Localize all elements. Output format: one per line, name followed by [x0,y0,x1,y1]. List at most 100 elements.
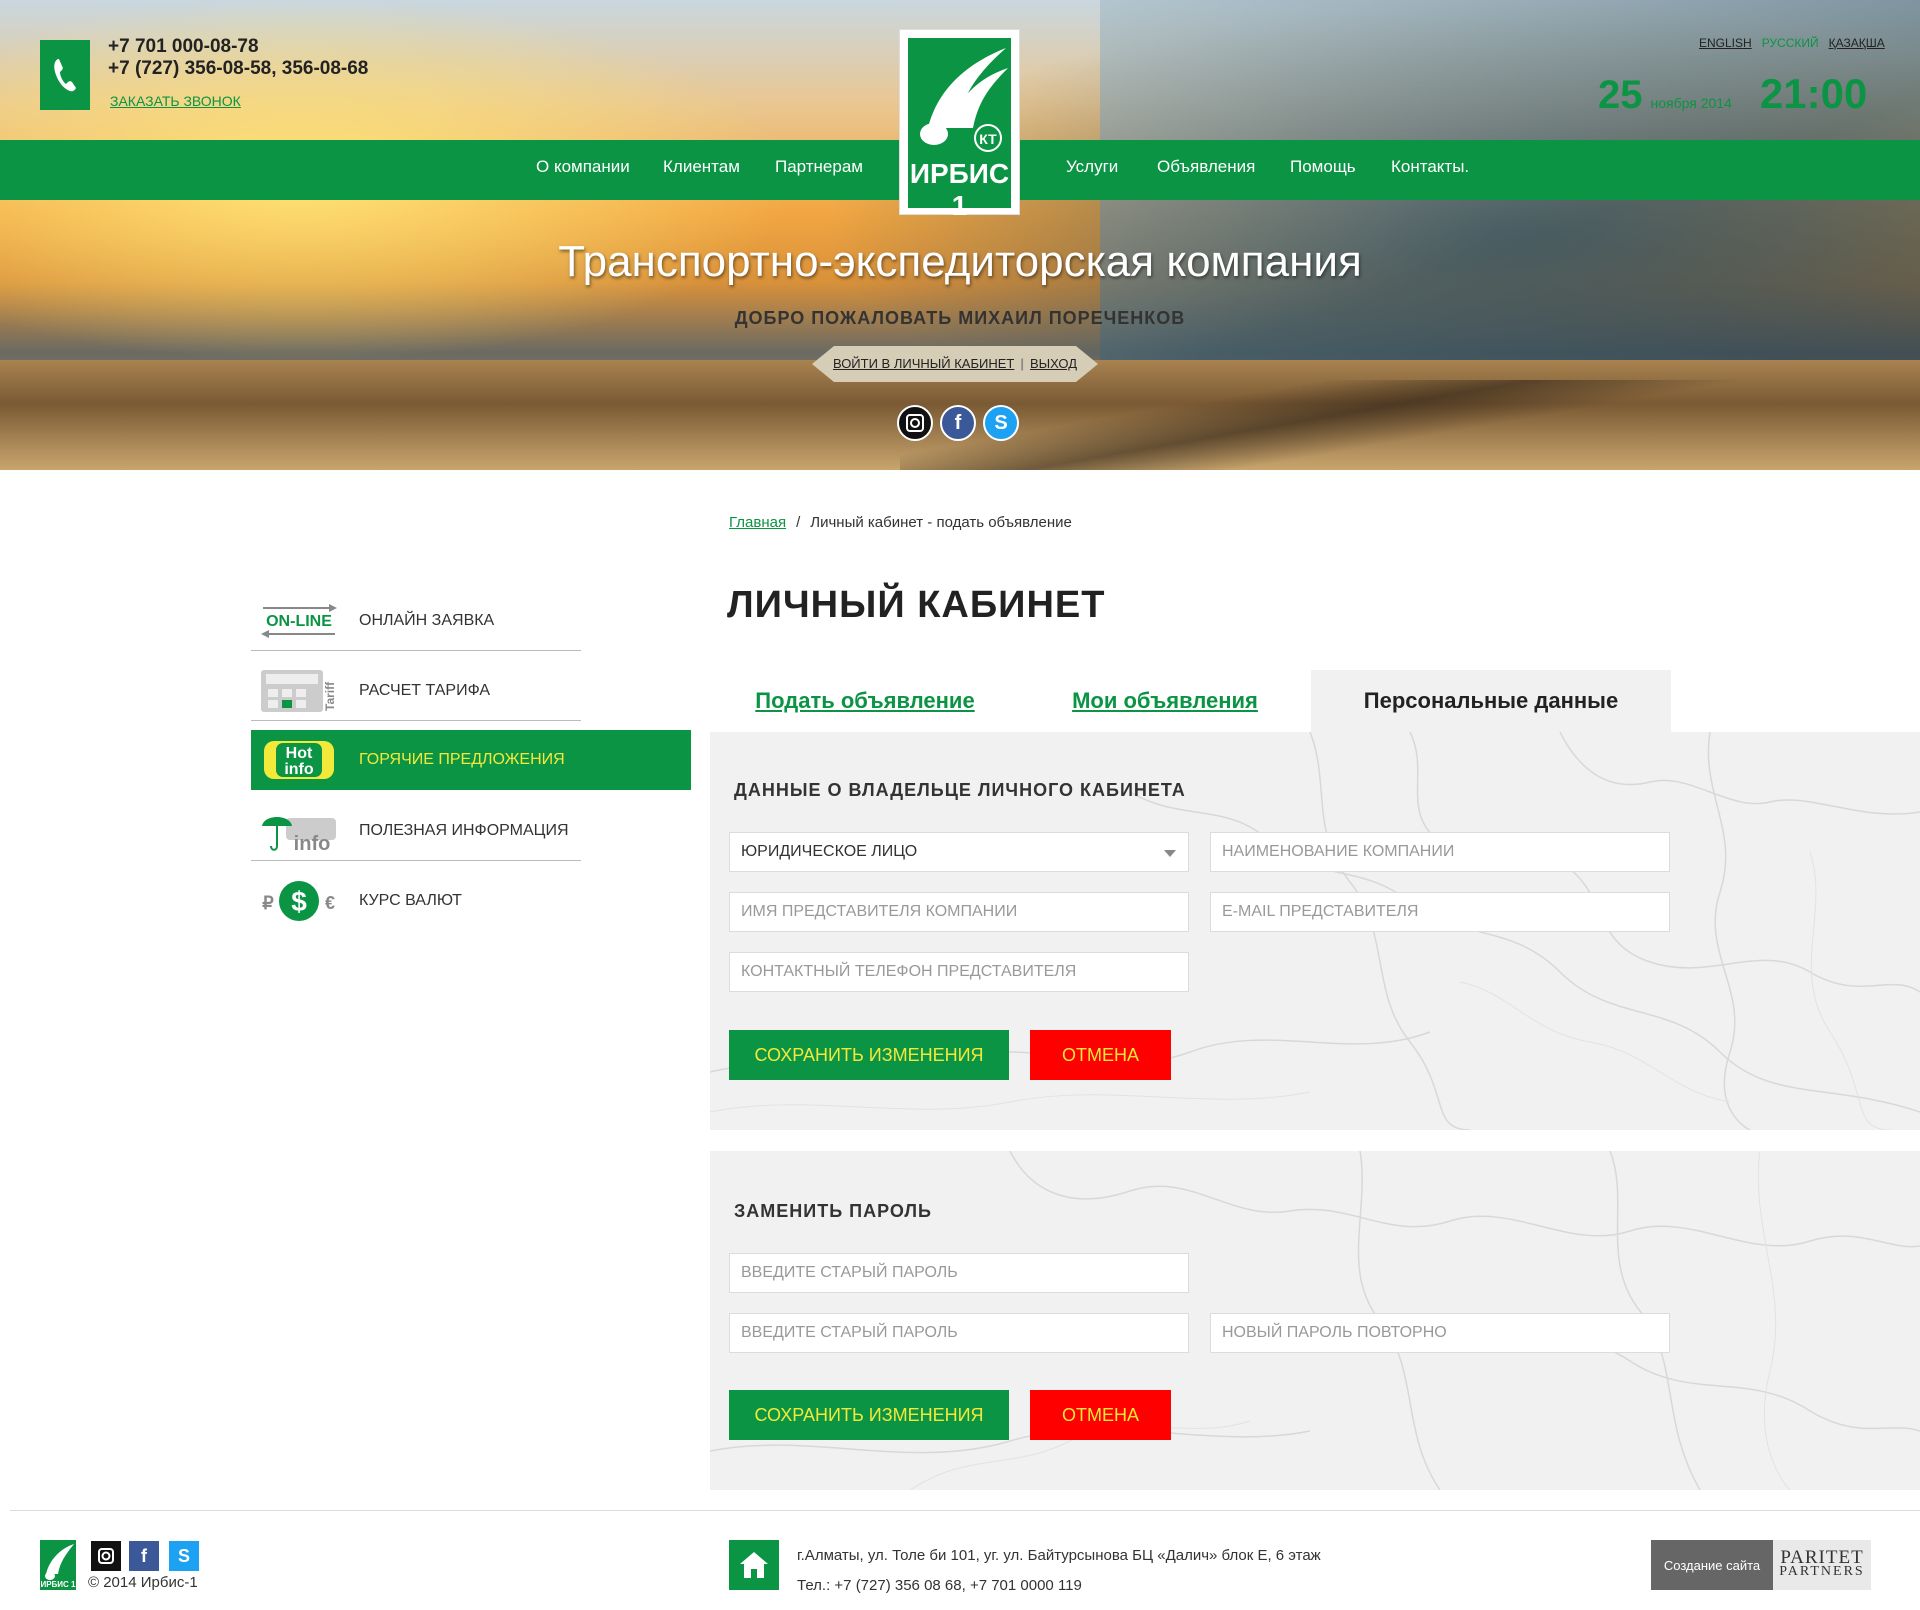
lang-russian[interactable]: РУССКИЙ [1762,36,1819,50]
new-password-repeat-input[interactable]: НОВЫЙ ПАРОЛЬ ПОВТОРНО [1210,1313,1670,1353]
language-switcher: ENGLISH РУССКИЙ ҚАЗАҚША [1699,36,1885,50]
rep-phone-input[interactable]: КОНТАКТНЫЙ ТЕЛЕФОН ПРЕДСТАВИТЕЛЯ [729,952,1189,992]
hero-railway [900,380,1800,470]
online-icon-text: ON-LINE [266,613,332,630]
footer-phones: Тел.: +7 (727) 356 08 68, +7 701 0000 11… [797,1577,1082,1594]
footer-logo-text: ИРБИС 1 [40,1580,76,1589]
sidebar-item-hot-offers[interactable]: Hot info ГОРЯЧИЕ ПРЕДЛОЖЕНИЯ [251,730,691,790]
credit-brand-1: PARITET [1780,1547,1864,1568]
sidebar-item-tariff[interactable]: Tariff РАСЧЕТ ТАРИФА [251,661,581,721]
home-icon [729,1540,779,1590]
dollar-sign: $ [291,886,307,917]
nav-item-help[interactable]: Помощь [1290,157,1356,177]
footer-skype-icon[interactable]: S [169,1541,199,1571]
logo-text: ИРБИС 1 [909,158,1010,221]
ruble-sign: ₽ [262,893,274,913]
sidebar-item-label: КУРС ВАЛЮТ [359,892,462,909]
company-name-input[interactable]: НАИМЕНОВАНИЕ КОМПАНИИ [1210,832,1670,872]
nav-item-contacts[interactable]: Контакты. [1391,157,1469,177]
footer-copyright: © 2014 Ирбис-1 [88,1574,198,1591]
footer-contacts: г.Алматы, ул. Толе би 101, уг. ул. Байту… [797,1541,1321,1601]
breadcrumb-current: Личный кабинет - подать объявление [810,514,1072,531]
tab-personal-data[interactable]: Персональные данные [1311,670,1671,732]
cancel-password-button[interactable]: ОТМЕНА [1030,1390,1171,1440]
entity-type-value: ЮРИДИЧЕСКОЕ ЛИЦО [741,843,918,860]
hot-info-icon: Hot info [259,737,339,783]
svg-text:КТ: КТ [979,131,997,147]
site-logo[interactable]: КТ ИРБИС 1 [899,29,1020,221]
umbrella-icon-text: info [294,833,331,854]
owner-section-title: ДАННЫЕ О ВЛАДЕЛЬЦЕ ЛИЧНОГО КАБИНЕТА [734,780,1186,800]
online-icon: ON-LINE [259,598,339,644]
rep-name-input[interactable]: ИМЯ ПРЕДСТАВИТЕЛЯ КОМПАНИИ [729,892,1189,932]
sidebar-item-label: ПОЛЕЗНАЯ ИНФОРМАЦИЯ [359,821,569,839]
date-day: 25 [1598,73,1643,117]
nav-item-about[interactable]: О компании [536,157,630,177]
skype-icon[interactable]: S [983,405,1019,441]
footer-logo[interactable]: ИРБИС 1 [40,1540,76,1590]
breadcrumb-separator: / [796,514,801,531]
ribbon-links: ВОЙТИ В ЛИЧНЫЙ КАБИНЕТ | ВЫХОД [812,356,1098,371]
sidebar-item-label: ОНЛАЙН ЗАЯВКА [359,611,495,629]
breadcrumb-home-link[interactable]: Главная [729,514,786,531]
old-password-input[interactable]: ВВЕДИТЕ СТАРЫЙ ПАРОЛЬ [729,1253,1189,1293]
change-password-panel: ЗАМЕНИТЬ ПАРОЛЬ ВВЕДИТЕ СТАРЫЙ ПАРОЛЬ ВВ… [710,1151,1920,1490]
hero-title: Транспортно-экспедиторская компания [558,237,1362,286]
tariff-calculator-icon: Tariff [259,668,339,714]
sidebar-item-currency[interactable]: ₽ $ € КУРС ВАЛЮТ [251,871,581,931]
clock-time: 21:00 [1759,70,1868,117]
header-datetime: 25 ноября 2014 21:00 [1598,70,1867,118]
instagram-icon[interactable] [897,405,933,441]
lang-english[interactable]: ENGLISH [1699,36,1752,50]
ribbon-separator: | [1020,356,1024,371]
hot-icon-text-1: Hot [286,745,313,762]
sidebar-item-online-request[interactable]: ON-LINE ОНЛАЙН ЗАЯВКА [251,591,581,651]
developer-credit[interactable]: Создание сайта PARITET PARTNERS [1651,1540,1871,1590]
sidebar-item-label: РАСЧЕТ ТАРИФА [359,681,491,699]
enter-cabinet-link[interactable]: ВОЙТИ В ЛИЧНЫЙ КАБИНЕТ [833,356,1014,371]
breadcrumb: Главная / Личный кабинет - подать объявлен… [729,514,1072,531]
nav-item-services[interactable]: Услуги [1066,157,1118,177]
welcome-message: ДОБРО ПОЖАЛОВАТЬ МИХАИЛ ПОРЕЧЕНКОВ [734,308,1186,328]
phone-line-2: +7 (727) 356-08-58, 356-08-68 [108,58,369,79]
page-title: ЛИЧНЫЙ КАБИНЕТ [727,584,1106,626]
hot-icon-text-2: info [284,761,314,778]
phone-icon [40,40,90,110]
lang-kazakh[interactable]: ҚАЗАҚША [1829,36,1885,50]
account-ribbon: ВОЙТИ В ЛИЧНЫЙ КАБИНЕТ | ВЫХОД [812,346,1098,382]
nav-item-clients[interactable]: Клиентам [663,157,740,177]
paritet-logo: PARITET PARTNERS [1773,1540,1871,1590]
nav-item-ads[interactable]: Объявления [1157,157,1255,177]
footer-facebook-icon[interactable]: f [129,1541,159,1571]
logo-emblem: КТ ИРБИС 1 [908,38,1011,221]
password-section-title: ЗАМЕНИТЬ ПАРОЛЬ [734,1201,932,1221]
sidebar-item-useful-info[interactable]: info ПОЛЕЗНАЯ ИНФОРМАЦИЯ [251,801,581,861]
date-month-year: ноября 2014 [1650,95,1732,111]
tab-post-ad[interactable]: Подать объявление [710,670,1020,732]
footer-divider [10,1510,1920,1511]
tariff-icon-text: Tariff [323,680,337,710]
entity-type-select[interactable]: ЮРИДИЧЕСКОЕ ЛИЦО [729,832,1189,872]
cancel-button[interactable]: ОТМЕНА [1030,1030,1171,1080]
currency-icon: ₽ $ € [259,878,339,924]
chevron-down-icon [1164,850,1176,857]
umbrella-info-icon: info [259,808,339,854]
facebook-icon[interactable]: f [940,405,976,441]
credit-label: Создание сайта [1663,1557,1761,1573]
request-callback-link[interactable]: ЗАКАЗАТЬ ЗВОНОК [110,93,241,109]
rep-email-input[interactable]: E-MAIL ПРЕДСТАВИТЕЛЯ [1210,892,1670,932]
phone-line-1: +7 701 000-08-78 [108,36,259,57]
logout-link[interactable]: ВЫХОД [1030,356,1077,371]
new-password-input[interactable]: ВВЕДИТЕ СТАРЫЙ ПАРОЛЬ [729,1313,1189,1353]
tab-my-ads[interactable]: Мои объявления [1020,670,1310,732]
footer-address: г.Алматы, ул. Толе би 101, уг. ул. Байту… [797,1547,1321,1564]
sidebar-item-label: ГОРЯЧИЕ ПРЕДЛОЖЕНИЯ [359,751,565,768]
nav-item-partners[interactable]: Партнерам [775,157,863,177]
header-phones: +7 701 000-08-78 +7 (727) 356-08-58, 356… [108,36,368,80]
euro-sign: € [325,893,335,913]
save-changes-button[interactable]: СОХРАНИТЬ ИЗМЕНЕНИЯ [729,1030,1009,1080]
owner-data-panel: ДАННЫЕ О ВЛАДЕЛЬЦЕ ЛИЧНОГО КАБИНЕТА ЮРИД… [710,732,1920,1130]
footer-instagram-icon[interactable] [91,1541,121,1571]
credit-brand-2: PARTNERS [1779,1564,1865,1579]
save-password-button[interactable]: СОХРАНИТЬ ИЗМЕНЕНИЯ [729,1390,1009,1440]
